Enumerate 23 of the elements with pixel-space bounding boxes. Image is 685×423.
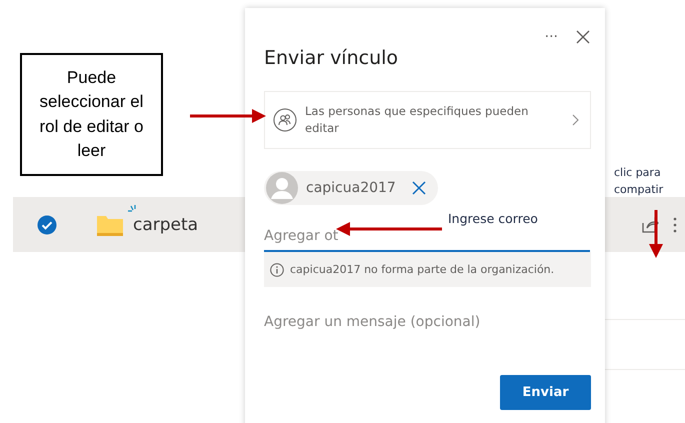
dialog-title: Enviar vínculo (264, 47, 400, 69)
send-button[interactable]: Enviar (500, 375, 591, 410)
people-icon (273, 108, 297, 132)
file-name[interactable]: carpeta (133, 214, 198, 234)
sparkle-icon (127, 204, 137, 212)
checked-circle-icon[interactable] (37, 214, 57, 234)
annotation-text: clic para compatir (614, 165, 664, 198)
info-icon (270, 262, 284, 276)
warning-text: capicua2017 no forma parte de la organización. (290, 263, 554, 276)
permission-text: Las personas que especifiques pueden editar (305, 103, 530, 137)
close-icon[interactable] (576, 30, 590, 44)
more-options-button[interactable]: ··· (544, 30, 558, 44)
more-icon[interactable] (673, 216, 677, 232)
chevron-right-icon (572, 114, 580, 126)
pointer-arrow (649, 210, 663, 258)
annotation-text: Ingrese correo (448, 211, 538, 226)
avatar-icon (266, 172, 298, 204)
callout-note: Puede seleccionar el rol de editar o leer (20, 53, 163, 176)
recipient-chip[interactable]: capicua2017 (264, 171, 438, 205)
recipient-name: capicua2017 (306, 180, 396, 196)
folder-icon (97, 214, 123, 236)
permission-setting[interactable]: Las personas que especifiques pueden editar (264, 91, 591, 149)
remove-icon[interactable] (412, 181, 426, 195)
